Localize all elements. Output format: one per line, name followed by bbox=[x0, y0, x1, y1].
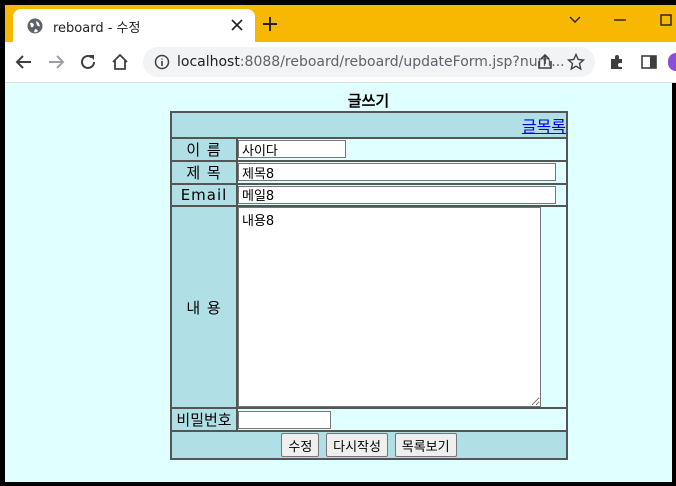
name-input[interactable] bbox=[238, 140, 346, 159]
page-viewport: 글쓰기 글목록 이 름 제 목 Email 내 용 bbox=[5, 83, 672, 482]
email-input[interactable] bbox=[238, 185, 556, 204]
password-input[interactable] bbox=[238, 411, 331, 430]
forward-icon[interactable] bbox=[47, 53, 65, 71]
reset-button[interactable]: 다시작성 bbox=[326, 433, 388, 457]
extensions-puzzle-icon[interactable] bbox=[608, 53, 626, 71]
side-panel-icon[interactable] bbox=[640, 53, 658, 71]
password-label: 비밀번호 bbox=[171, 408, 237, 431]
bookmark-star-icon[interactable] bbox=[567, 53, 585, 71]
page-title: 글쓰기 bbox=[347, 92, 390, 110]
password-row: 비밀번호 bbox=[171, 408, 567, 431]
buttons-cell: 수정 다시작성 목록보기 bbox=[171, 431, 567, 459]
email-cell bbox=[237, 184, 567, 206]
name-cell bbox=[237, 138, 567, 161]
submit-button[interactable]: 수정 bbox=[281, 433, 320, 457]
url-text[interactable]: localhost:8088/reboard/reboard/updateFor… bbox=[177, 54, 565, 70]
chevron-down-icon[interactable] bbox=[568, 13, 582, 27]
content-row: 내 용 내용8 bbox=[171, 206, 567, 408]
home-icon[interactable] bbox=[111, 53, 129, 71]
content-cell: 내용8 bbox=[237, 206, 567, 408]
subject-cell bbox=[237, 161, 567, 184]
browser-toolbar: localhost:8088/reboard/reboard/updateFor… bbox=[5, 42, 676, 83]
content-textarea[interactable]: 내용8 bbox=[238, 207, 541, 407]
list-button[interactable]: 목록보기 bbox=[394, 433, 457, 457]
globe-icon bbox=[27, 18, 43, 34]
subject-input[interactable] bbox=[238, 163, 556, 182]
buttons-row: 수정 다시작성 목록보기 bbox=[171, 431, 567, 459]
update-form-table: 글목록 이 름 제 목 Email 내 용 내용8 bbox=[170, 111, 568, 460]
address-bar[interactable]: localhost:8088/reboard/reboard/updateFor… bbox=[143, 47, 595, 77]
reload-icon[interactable] bbox=[79, 53, 97, 71]
subject-row: 제 목 bbox=[171, 161, 567, 184]
browser-tab[interactable]: reboard - 수정 bbox=[13, 9, 255, 42]
password-cell bbox=[237, 408, 567, 431]
maximize-icon[interactable] bbox=[659, 13, 673, 27]
list-link-row: 글목록 bbox=[171, 112, 567, 138]
url-path: :8088/reboard/reboard/updateForm.jsp?num… bbox=[239, 54, 565, 70]
content-label: 내 용 bbox=[171, 206, 237, 408]
new-tab-icon[interactable] bbox=[262, 16, 278, 32]
close-tab-icon[interactable] bbox=[231, 19, 243, 31]
site-info-icon[interactable] bbox=[154, 54, 170, 70]
list-link-cell: 글목록 bbox=[171, 112, 567, 138]
name-row: 이 름 bbox=[171, 138, 567, 161]
email-row: Email bbox=[171, 184, 567, 206]
subject-label: 제 목 bbox=[171, 161, 237, 184]
tab-title: reboard - 수정 bbox=[53, 21, 141, 36]
share-icon[interactable] bbox=[536, 53, 554, 71]
minimize-icon[interactable] bbox=[613, 13, 627, 27]
profile-avatar[interactable] bbox=[668, 53, 676, 71]
back-icon[interactable] bbox=[15, 53, 33, 71]
list-link[interactable]: 글목록 bbox=[522, 117, 566, 136]
email-label: Email bbox=[171, 184, 237, 206]
name-label: 이 름 bbox=[171, 138, 237, 161]
browser-titlebar: reboard - 수정 bbox=[5, 5, 676, 42]
url-host: localhost bbox=[177, 54, 240, 70]
